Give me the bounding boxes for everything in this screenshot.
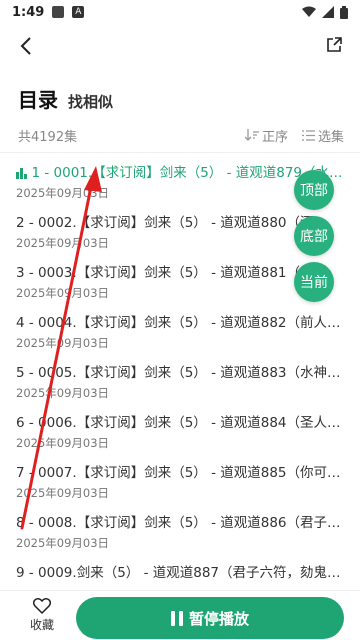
page-title: 目录	[18, 88, 58, 112]
chapter-title: 5 - 0005.【求订阅】剑来（5） - 道观道883（水神…	[16, 365, 341, 381]
wifi-icon	[302, 6, 316, 17]
sort-label: 正序	[261, 129, 288, 145]
scroll-top-button[interactable]: 顶部	[294, 170, 334, 210]
find-similar-link[interactable]: 找相似	[68, 91, 113, 112]
chapter-date: 2025年09月03日	[16, 536, 110, 550]
chapter-title: 9 - 0009.剑来（5） - 道观道887（君子六符，劾鬼…	[16, 565, 341, 581]
status-time: 1:49	[12, 4, 45, 20]
now-playing-icon	[16, 167, 27, 179]
battery-icon	[340, 5, 348, 19]
notification-icon	[52, 6, 65, 18]
back-arrow-icon	[20, 37, 31, 55]
divider	[0, 152, 360, 153]
status-bar: 1:49 A	[0, 0, 360, 24]
chapter-item-4[interactable]: 4 - 0004.【求订阅】剑来（5） - 道观道882（前人… 2025年09…	[0, 308, 360, 358]
chapter-date: 2025年09月03日	[16, 336, 110, 350]
chapter-item-6[interactable]: 6 - 0006.【求订阅】剑来（5） - 道观道884（圣人… 2025年09…	[0, 408, 360, 458]
list-meta-row: 共4192集 正序 选集	[18, 124, 344, 146]
sort-icon	[244, 129, 259, 141]
select-episodes-button[interactable]: 选集	[301, 126, 344, 145]
pause-icon	[170, 610, 183, 626]
episode-count: 共4192集	[18, 129, 78, 145]
chapter-date: 2025年09月03日	[16, 486, 110, 500]
favorite-label: 收藏	[29, 617, 54, 632]
list-icon	[301, 129, 315, 141]
page-header: 目录 找相似	[18, 84, 113, 113]
chapter-date: 2025年09月03日	[16, 436, 110, 450]
notification-a-icon: A	[72, 6, 85, 18]
chapter-title: 8 - 0008.【求订阅】剑来（5） - 道观道886（君子…	[16, 515, 341, 531]
signal-icon	[322, 6, 334, 18]
chapter-item-7[interactable]: 7 - 0007.【求订阅】剑来（5） - 道观道885（你可… 2025年09…	[0, 458, 360, 508]
back-button[interactable]	[16, 34, 36, 58]
share-button[interactable]	[324, 35, 344, 55]
heart-icon	[33, 597, 51, 614]
favorite-button[interactable]: 收藏	[22, 595, 62, 635]
chapter-title: 6 - 0006.【求订阅】剑来（5） - 道观道884（圣人…	[16, 415, 341, 431]
select-label: 选集	[317, 129, 344, 145]
chapter-item-5[interactable]: 5 - 0005.【求订阅】剑来（5） - 道观道883（水神… 2025年09…	[0, 358, 360, 408]
chapter-date: 2025年09月03日	[16, 386, 110, 400]
pause-playback-button[interactable]: 暂停播放	[76, 597, 344, 639]
chapter-title: 7 - 0007.【求订阅】剑来（5） - 道观道885（你可…	[16, 465, 341, 481]
scroll-bottom-button[interactable]: 底部	[294, 216, 334, 256]
scroll-current-button[interactable]: 当前	[294, 262, 334, 302]
chapter-title: 4 - 0004.【求订阅】剑来（5） - 道观道882（前人…	[16, 315, 341, 331]
top-bar	[0, 30, 360, 60]
sort-button[interactable]: 正序	[244, 126, 288, 145]
bottom-bar: 收藏 暂停播放	[0, 590, 360, 640]
chapter-item-8[interactable]: 8 - 0008.【求订阅】剑来（5） - 道观道886（君子… 2025年09…	[0, 508, 360, 558]
pause-playback-label: 暂停播放	[188, 609, 249, 628]
share-icon	[327, 37, 342, 52]
